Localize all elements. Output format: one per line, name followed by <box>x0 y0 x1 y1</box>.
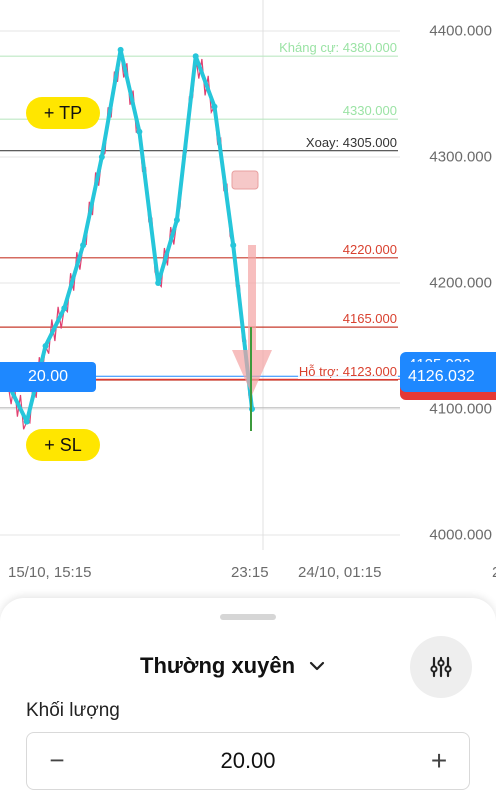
x-tick-label: 23:15 <box>231 564 269 581</box>
add-sl-button[interactable]: + SL <box>26 429 100 461</box>
price-point <box>230 242 237 249</box>
price-point <box>98 154 105 160</box>
price-point <box>61 305 68 312</box>
volume-stepper[interactable]: − 20.00 + <box>26 732 470 790</box>
decrease-volume-button[interactable]: − <box>27 733 87 788</box>
price-point <box>136 128 143 135</box>
y-tick-label: 4000.000 <box>429 526 492 544</box>
price-point <box>173 217 180 223</box>
volume-input[interactable]: 20.00 <box>87 733 409 788</box>
volume-label: Khối lượng <box>26 700 120 721</box>
price-point <box>42 343 49 349</box>
price-point <box>80 242 87 249</box>
volume-tag[interactable]: 20.00 <box>0 362 96 392</box>
price-chart[interactable]: 4400.000 4300.000 4200.000 4100.000 4000.000… <box>0 0 496 600</box>
price-point <box>23 418 30 425</box>
level-label-level-4165[interactable]: 4165.000 <box>341 311 398 327</box>
drag-handle[interactable] <box>220 614 276 620</box>
price-point <box>155 280 162 286</box>
level-label-support[interactable]: Hỗ trợ: 4123.000 <box>297 364 398 380</box>
chevron-down-icon <box>309 661 325 671</box>
bid-price-tag: 4126.032 <box>400 362 496 392</box>
level-label-pivot[interactable]: Xoay: 4305.000 <box>304 134 398 150</box>
x-tick-label: 15/10, 15:15 <box>8 564 92 581</box>
price-point <box>117 46 124 53</box>
x-tick-label: 24/10, 01:15 <box>298 564 382 581</box>
sliders-icon <box>430 656 452 678</box>
level-label-tp-level[interactable]: 4330.000 <box>341 103 398 119</box>
settings-button[interactable] <box>410 636 472 698</box>
level-label-resistance[interactable]: Kháng cự: 4380.000 <box>278 40 398 56</box>
add-tp-button[interactable]: + TP <box>26 97 100 129</box>
y-tick-label: 4400.000 <box>429 22 492 40</box>
y-tick-label: 4300.000 <box>429 148 492 166</box>
y-tick-label: 4100.000 <box>429 400 492 418</box>
order-mode-label: Thường xuyên <box>140 653 296 678</box>
increase-volume-button[interactable]: + <box>409 733 469 788</box>
y-tick-label: 4200.000 <box>429 274 492 292</box>
x-tick-label: 2 <box>492 564 496 581</box>
price-point <box>211 103 218 110</box>
order-sheet: Thường xuyên Khối lượng − 20.00 + <box>0 598 496 800</box>
chart-canvas[interactable] <box>0 0 496 600</box>
level-label-level-4220[interactable]: 4220.000 <box>341 241 398 257</box>
order-mode-select[interactable]: Thường xuyên <box>140 648 325 684</box>
event-marker-icon <box>231 170 259 190</box>
price-point <box>192 53 199 60</box>
